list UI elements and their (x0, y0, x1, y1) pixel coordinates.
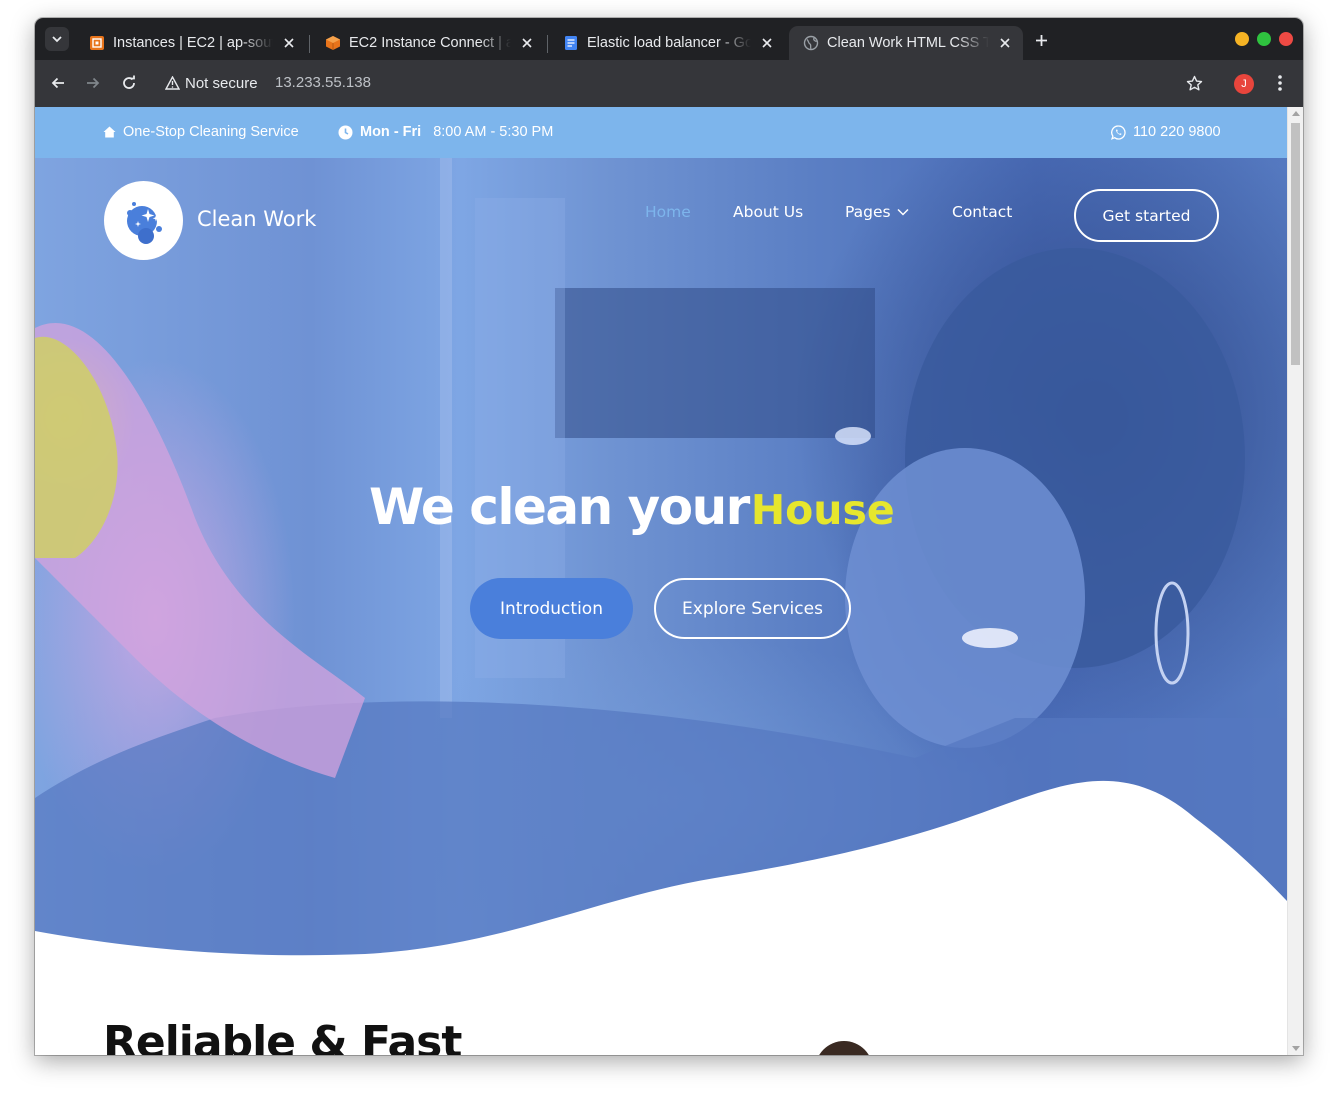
hours-days: Mon - Fri (360, 124, 422, 140)
close-icon[interactable] (759, 35, 775, 51)
tab-separator (547, 35, 548, 53)
hours-item: Mon - Fri 8:00 AM - 5:30 PM (338, 124, 553, 140)
phone-item[interactable]: 110 220 9800 (1111, 124, 1221, 140)
tagline-text: One-Stop Cleaning Service (123, 124, 299, 140)
new-tab-button[interactable] (1030, 29, 1052, 51)
reload-icon (123, 75, 135, 89)
tab-title: Instances | EC2 | ap-south-1 (113, 35, 273, 51)
tab-search-button[interactable] (45, 27, 69, 51)
page-scrollbar[interactable] (1287, 107, 1303, 1055)
forward-button[interactable] (82, 72, 104, 94)
close-icon[interactable] (997, 35, 1013, 51)
tagline-item: One-Stop Cleaning Service (103, 124, 299, 140)
maximize-button[interactable] (1257, 32, 1271, 46)
home-icon (103, 126, 116, 138)
tab-instances-ec2[interactable]: Instances | EC2 | ap-south-1 (75, 26, 307, 60)
arrow-left-icon (51, 77, 64, 89)
hours-time: 8:00 AM - 5:30 PM (433, 124, 554, 140)
whatsapp-icon (1111, 124, 1126, 140)
aws-ec2-icon (89, 35, 105, 51)
scroll-down-arrow-icon[interactable] (1292, 1046, 1300, 1051)
aws-cube-icon (325, 35, 341, 51)
globe-icon (803, 35, 819, 51)
tab-elastic-load-balancer[interactable]: Elastic load balancer - Google Docs (549, 26, 785, 60)
scrollbar-thumb[interactable] (1291, 123, 1300, 365)
close-icon[interactable] (519, 35, 535, 51)
browser-window: Instances | EC2 | ap-south-1 EC2 Instanc… (35, 18, 1303, 1055)
close-icon[interactable] (281, 35, 297, 51)
minimize-button[interactable] (1235, 32, 1249, 46)
tab-title: Elastic load balancer - Google Docs (587, 35, 751, 51)
top-info-bar: One-Stop Cleaning Service Mon - Fri 8:00… (35, 107, 1287, 158)
section-image-peek (815, 1041, 873, 1055)
clock-icon (338, 125, 353, 139)
google-docs-icon (563, 35, 579, 51)
arrow-right-icon (87, 77, 100, 89)
tab-strip: Instances | EC2 | ap-south-1 EC2 Instanc… (35, 18, 1303, 60)
section-title: Reliable & Fast (103, 1017, 462, 1055)
back-button[interactable] (47, 72, 69, 94)
phone-number: 110 220 9800 (1133, 124, 1221, 140)
profile-avatar[interactable]: J (1234, 74, 1254, 94)
tab-separator (309, 35, 310, 53)
close-window-button[interactable] (1279, 32, 1293, 46)
tab-title: EC2 Instance Connect | ap-south-1 (349, 35, 511, 51)
browser-toolbar: Not secure 13.233.55.138 J (35, 60, 1303, 107)
star-icon (1186, 75, 1202, 90)
site-security-indicator[interactable]: Not secure (165, 73, 258, 93)
page-viewport[interactable]: One-Stop Cleaning Service Mon - Fri 8:00… (35, 107, 1303, 1055)
hero-wave-divider (35, 780, 1287, 958)
tab-title: Clean Work HTML CSS Template (827, 35, 989, 51)
reload-button[interactable] (118, 72, 140, 94)
chevron-down-icon (52, 36, 62, 43)
scroll-up-arrow-icon[interactable] (1292, 111, 1300, 116)
browser-menu-button[interactable] (1269, 72, 1291, 94)
security-label: Not secure (185, 74, 258, 92)
plus-icon (1035, 34, 1047, 46)
tab-clean-work[interactable]: Clean Work HTML CSS Template (789, 26, 1023, 60)
address-bar[interactable]: 13.233.55.138 (275, 74, 371, 91)
bookmark-button[interactable] (1183, 72, 1205, 94)
tab-ec2-instance-connect[interactable]: EC2 Instance Connect | ap-south-1 (311, 26, 545, 60)
more-vertical-icon (1278, 75, 1282, 91)
hero-section: Clean Work Home About Us Pages Contact G… (35, 158, 1287, 958)
warning-icon (165, 76, 180, 90)
